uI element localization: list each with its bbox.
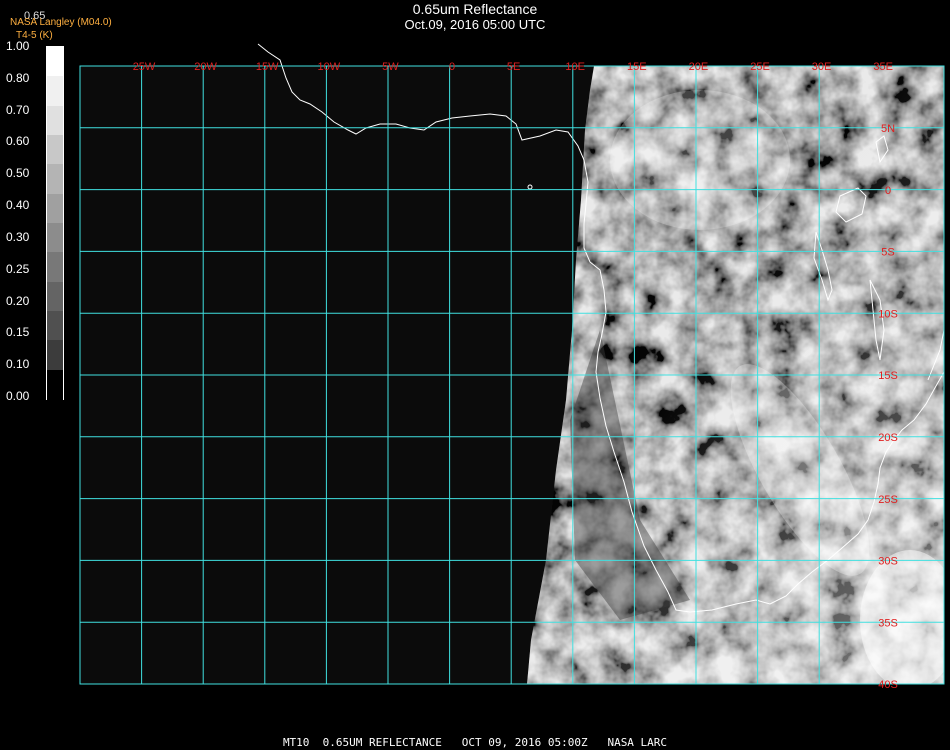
latitude-label: 20S [878,432,898,444]
footer-caption: MT10 0.65UM REFLECTANCE OCT 09, 2016 05:… [282,736,668,749]
longitude-label: 10E [565,61,585,73]
longitude-label: 10W [317,61,340,73]
longitude-label: 25W [133,61,156,73]
latitude-label: 35S [878,617,898,629]
longitude-label: 0 [449,61,455,73]
longitude-label: 20W [194,61,217,73]
latitude-label: 5N [881,123,895,135]
longitude-label: 5E [507,61,520,73]
longitude-label: 15W [256,61,279,73]
latitude-label: 0 [885,185,891,197]
longitude-label: 20E [689,61,709,73]
longitude-label: 30E [812,61,832,73]
longitude-label: 15E [627,61,647,73]
latitude-label: 15S [878,370,898,382]
latitude-label: 40S [878,679,898,691]
longitude-label: 35E [873,61,893,73]
latitude-label: 10S [878,308,898,320]
latitude-label: 25S [878,494,898,506]
latitude-label: 30S [878,556,898,568]
longitude-label: 25E [750,61,770,73]
longitude-label: 5W [382,61,399,73]
satellite-map: 25W 20W 15W 10W 5W 0 5E 10E 15E 20E 25E 30E 35E 5N 0 5… [79,43,945,691]
latitude-label: 5S [881,247,894,259]
